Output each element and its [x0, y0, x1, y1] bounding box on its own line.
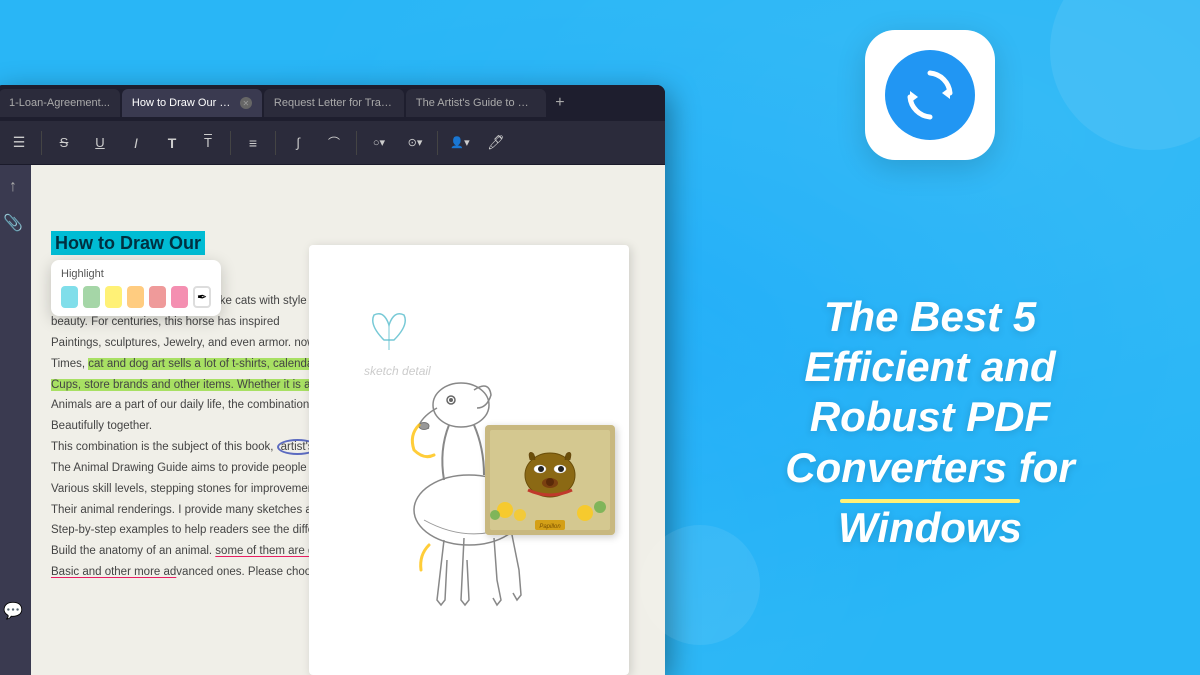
app-icon-circle	[885, 50, 975, 140]
toolbar-separator-4	[356, 131, 357, 155]
menu-icon[interactable]: ☰	[3, 127, 35, 159]
document-sidebar: ↑ 📎 💬	[0, 165, 31, 675]
tab-bar: 1-Loan-Agreement... How to Draw Our Favo…	[0, 85, 665, 121]
tab-label-artist: The Artist's Guide to Draw...	[416, 97, 536, 109]
tab-label-active: How to Draw Our Favo...	[132, 97, 234, 109]
user-dropdown[interactable]: 👤▾	[444, 127, 476, 159]
tab-loan[interactable]: 1-Loan-Agreement...	[0, 89, 120, 117]
deco-circle-2	[640, 525, 760, 645]
toolbar-separator-5	[437, 131, 438, 155]
pdf-editor-window: 1-Loan-Agreement... How to Draw Our Favo…	[0, 85, 665, 675]
pen-icon[interactable]: 🖊	[480, 127, 512, 159]
color-green[interactable]	[83, 286, 100, 308]
right-panel: The Best 5 Efficient and Robust PDF Conv…	[660, 0, 1200, 675]
heading-area: The Best 5 Efficient and Robust PDF Conv…	[785, 292, 1074, 554]
color-pink[interactable]	[171, 286, 188, 308]
heading-line2: Efficient and	[785, 342, 1074, 392]
svg-text:Papillon: Papillon	[539, 524, 561, 530]
color-orange[interactable]	[127, 286, 144, 308]
list-icon[interactable]: ≡	[237, 127, 269, 159]
pet-photo: Papillon	[485, 425, 615, 535]
chat-icon[interactable]: 💬	[0, 597, 27, 625]
toolbar: ☰ S U I T T ≡ ∫ ⌒ ○▾ ⊙▾ 👤▾ 🖊	[0, 121, 665, 165]
shape-icon[interactable]: ⌒	[318, 127, 350, 159]
toolbar-separator-2	[230, 131, 231, 155]
highlight-popup: Highlight ✒	[51, 260, 221, 316]
highlight-label: Highlight	[61, 268, 211, 280]
new-tab-button[interactable]: +	[548, 91, 572, 115]
tab-artist[interactable]: The Artist's Guide to Draw...	[406, 89, 546, 117]
circle-dropdown[interactable]: ○▾	[363, 127, 395, 159]
heading-line4: Converters for	[785, 443, 1074, 493]
pet-photo-svg: Papillon	[485, 425, 615, 535]
heading-line5: Windows	[785, 503, 1074, 553]
toolbar-separator-3	[275, 131, 276, 155]
italic-icon[interactable]: I	[120, 127, 152, 159]
highlight-color-picker: ✒	[61, 286, 211, 308]
text-icon[interactable]: T	[156, 127, 188, 159]
pen-tool-icon[interactable]: ✒	[193, 286, 211, 308]
svg-text:sketch detail: sketch detail	[364, 364, 431, 378]
tab-label-request: Request Letter for Trans...	[274, 97, 394, 109]
text-format-icon[interactable]: T	[192, 127, 224, 159]
strikethrough-icon[interactable]: S	[48, 127, 80, 159]
document-area: ↑ 📎 💬 Highlight ✒	[0, 165, 665, 675]
curve-icon[interactable]: ∫	[282, 127, 314, 159]
document-content: Highlight ✒ How to Draw Our	[31, 165, 665, 675]
heading-line1: The Best 5	[785, 292, 1074, 342]
tab-close-icon[interactable]: ✕	[240, 97, 252, 109]
deco-circle-1	[1050, 0, 1200, 150]
tab-label: 1-Loan-Agreement...	[9, 97, 110, 109]
left-panel: 1-Loan-Agreement... How to Draw Our Favo…	[0, 0, 660, 675]
toolbar-separator-1	[41, 131, 42, 155]
document-title-highlighted: How to Draw Our	[51, 231, 205, 255]
target-dropdown[interactable]: ⊙▾	[399, 127, 431, 159]
tab-request[interactable]: Request Letter for Trans...	[264, 89, 404, 117]
underlined-text-2: Basic and other more ad	[51, 566, 176, 578]
color-cyan[interactable]	[61, 286, 78, 308]
heading-line3: Robust PDF	[785, 392, 1074, 442]
color-yellow[interactable]	[105, 286, 122, 308]
underline-icon[interactable]: U	[84, 127, 116, 159]
tab-draw[interactable]: How to Draw Our Favo... ✕	[122, 89, 262, 117]
bookmark-icon[interactable]: 📎	[0, 209, 27, 237]
app-icon	[865, 30, 995, 160]
share-icon[interactable]: ↑	[0, 173, 27, 201]
sync-arrows-icon	[900, 65, 960, 125]
color-red[interactable]	[149, 286, 166, 308]
